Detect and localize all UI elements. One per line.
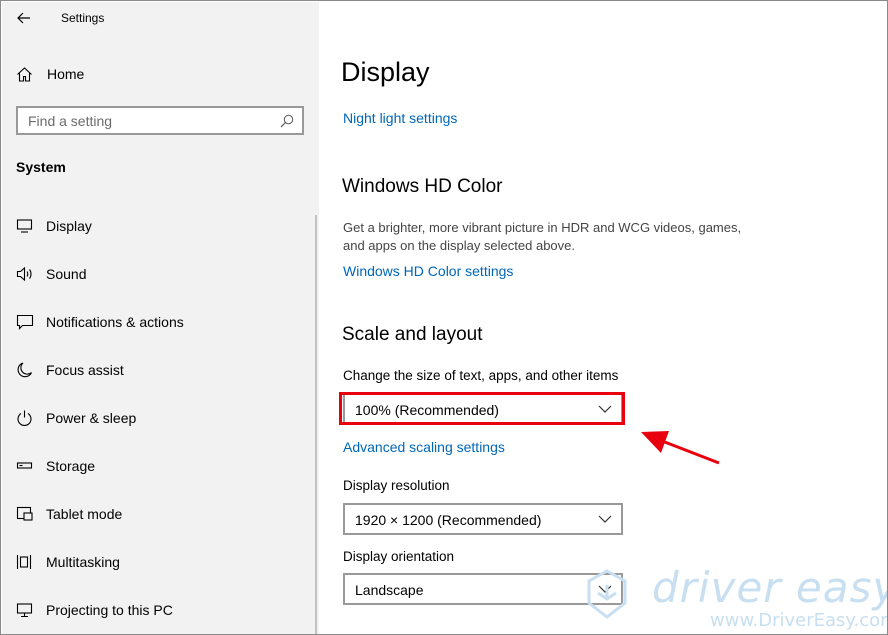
hd-color-description: Get a brighter, more vibrant picture in …: [343, 219, 741, 255]
sidebar-nav: Display Sound Notifications & actions Fo…: [2, 202, 319, 634]
sidebar-item-label: Focus assist: [46, 362, 124, 378]
resolution-dropdown[interactable]: 1920 × 1200 (Recommended): [343, 503, 623, 535]
sidebar-item-display[interactable]: Display: [2, 202, 314, 250]
watermark: driver easy www.DriverEasy.com: [586, 563, 888, 633]
back-button[interactable]: [12, 6, 36, 30]
resolution-dropdown-value: 1920 × 1200 (Recommended): [355, 512, 542, 528]
sidebar: Settings Home System Display: [2, 2, 319, 634]
orientation-dropdown[interactable]: Landscape: [343, 573, 623, 605]
scale-dropdown-value: 100% (Recommended): [355, 402, 499, 418]
monitor-icon: [16, 219, 33, 233]
home-icon: [17, 67, 32, 82]
notification-icon: [16, 314, 34, 330]
hd-color-description-line: Get a brighter, more vibrant picture in …: [343, 220, 742, 235]
sidebar-item-label: Sound: [46, 266, 87, 282]
sidebar-item-notifications[interactable]: Notifications & actions: [2, 298, 314, 346]
resolution-label: Display resolution: [343, 478, 450, 493]
sidebar-item-multitasking[interactable]: Multitasking: [2, 538, 314, 586]
sidebar-item-label: Display: [46, 218, 92, 234]
watermark-brand: driver easy: [652, 563, 888, 612]
storage-icon: [16, 462, 33, 469]
size-label: Change the size of text, apps, and other…: [343, 368, 619, 383]
search-icon: [280, 114, 294, 128]
multitasking-icon: [16, 555, 32, 569]
sidebar-item-label: Power & sleep: [46, 410, 137, 426]
sidebar-item-tablet-mode[interactable]: Tablet mode: [2, 490, 314, 538]
tablet-icon: [16, 506, 33, 521]
sidebar-item-label: Tablet mode: [46, 506, 123, 522]
sidebar-item-label: Notifications & actions: [46, 314, 184, 330]
sidebar-item-projecting[interactable]: Projecting to this PC: [2, 586, 314, 634]
red-arrow-annotation: [641, 431, 720, 465]
search-input[interactable]: [18, 108, 268, 133]
scale-dropdown[interactable]: 100% (Recommended): [343, 393, 623, 425]
chevron-down-icon: [598, 515, 612, 523]
page-title: Display: [341, 57, 430, 87]
sidebar-item-label: Multitasking: [46, 554, 120, 570]
scale-layout-heading: Scale and layout: [342, 324, 483, 345]
hd-color-settings-link[interactable]: Windows HD Color settings: [343, 263, 513, 279]
projector-icon: [16, 603, 33, 618]
settings-window: Settings Home System Display: [0, 0, 888, 635]
sidebar-item-label: Storage: [46, 458, 96, 474]
night-light-settings-link[interactable]: Night light settings: [343, 110, 457, 126]
app-title: Settings: [61, 11, 105, 25]
back-arrow-icon: [17, 12, 30, 24]
advanced-scaling-link[interactable]: Advanced scaling settings: [343, 439, 505, 455]
sidebar-item-home[interactable]: Home: [2, 56, 319, 92]
hd-color-heading: Windows HD Color: [342, 176, 503, 197]
sidebar-item-label: Home: [47, 66, 85, 82]
sidebar-item-focus-assist[interactable]: Focus assist: [2, 346, 314, 394]
title-bar: Settings: [2, 2, 319, 34]
sidebar-item-storage[interactable]: Storage: [2, 442, 314, 490]
sidebar-item-label: Projecting to this PC: [46, 602, 173, 618]
search-box[interactable]: [16, 106, 304, 135]
sidebar-item-sound[interactable]: Sound: [2, 250, 314, 298]
orientation-label: Display orientation: [343, 549, 455, 564]
chevron-down-icon: [598, 405, 612, 413]
section-label-system: System: [16, 159, 66, 175]
main-content: Display Night light settings Windows HD …: [319, 2, 887, 634]
sidebar-scrollbar[interactable]: [315, 215, 317, 634]
speaker-icon: [16, 266, 32, 282]
watermark-url: www.DriverEasy.com: [710, 610, 888, 631]
power-icon: [17, 410, 32, 427]
driver-easy-logo-icon: [587, 569, 627, 619]
hd-color-description-line: and apps on the display selected above.: [343, 238, 576, 253]
moon-icon: [17, 362, 33, 378]
orientation-dropdown-value: Landscape: [355, 582, 424, 598]
sidebar-item-power-sleep[interactable]: Power & sleep: [2, 394, 314, 442]
